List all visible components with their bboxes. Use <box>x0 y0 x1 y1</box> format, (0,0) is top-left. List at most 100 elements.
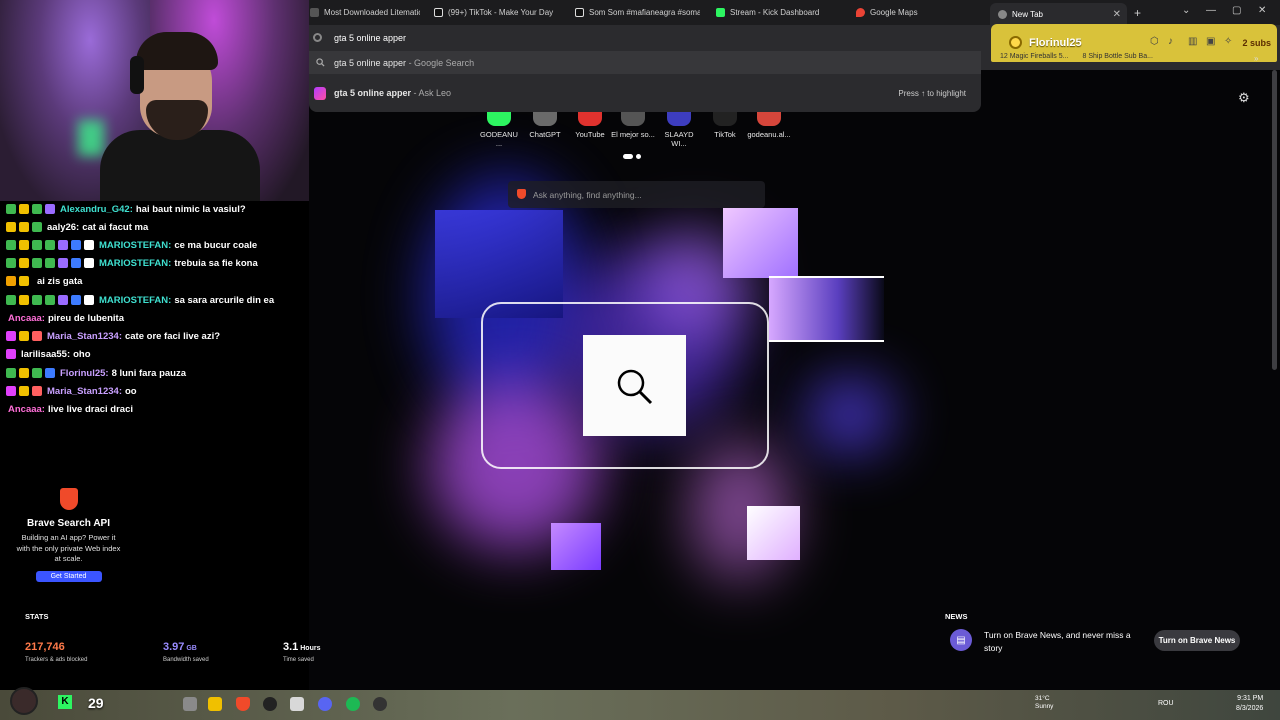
close-tab-icon[interactable]: ✕ <box>1113 9 1121 20</box>
tab-new-tab[interactable]: New Tab ✕ <box>990 3 1127 25</box>
suggestion-query: gta 5 online apper <box>334 88 412 98</box>
chat-badge-icon <box>19 368 29 378</box>
bookmark-item[interactable]: 12 Magic Fireballs 5... <box>1000 53 1068 60</box>
bookmark-item[interactable]: 8 Ship Bottle Sub Ba... <box>1082 53 1152 60</box>
chat-username[interactable]: MARIOSTEFAN: <box>99 240 171 251</box>
app-icon[interactable] <box>373 697 387 711</box>
bg-square <box>723 208 798 278</box>
app-icon[interactable] <box>290 697 304 711</box>
shortcut-tile[interactable]: SLAAYD WI... <box>656 112 702 148</box>
chat-username[interactable]: Ancaaa: <box>8 313 45 324</box>
shortcut-tile[interactable]: TikTok <box>702 112 748 139</box>
new-tab-button[interactable]: + <box>1134 6 1141 20</box>
chat-message: Maria_Stan1234: cate ore faci live azi? <box>6 328 220 344</box>
page-dot[interactable] <box>636 154 641 159</box>
chat-username[interactable]: Maria_Stan1234: <box>47 331 122 342</box>
headphones <box>130 56 144 94</box>
shortcut-tile[interactable]: godeanu.al... <box>746 112 792 139</box>
chat-text: ce ma bucur coale <box>174 239 258 251</box>
tab-label: Most Downloaded Litematica | M <box>324 8 420 17</box>
bookmarks-overflow-icon[interactable]: » <box>1254 54 1258 63</box>
chat-badge-icon <box>45 258 55 268</box>
chat-username[interactable]: MARIOSTEFAN: <box>99 295 171 306</box>
task-view-icon[interactable] <box>183 697 197 711</box>
clock[interactable]: 9:31 PM 8/3/2026 <box>1236 694 1263 714</box>
chat-badge-icon <box>71 258 81 268</box>
chat-badge-icon <box>19 222 29 232</box>
suggestion-google-search[interactable]: gta 5 online apper - Google Search <box>309 51 981 74</box>
language-indicator[interactable]: ROU <box>1158 700 1174 707</box>
file-explorer-icon[interactable] <box>208 697 222 711</box>
chat-message: Maria_Stan1234: oo <box>6 383 137 399</box>
close-window-icon[interactable]: ✕ <box>1258 5 1266 16</box>
address-input[interactable] <box>334 31 934 45</box>
tab-tiktok-somsom[interactable]: Som Som #mafianeagra #soman <box>575 4 700 21</box>
shortcut-tile[interactable]: GODEANU ... <box>476 112 522 148</box>
weather-widget[interactable]: 31°C Sunny <box>1035 695 1053 711</box>
scrollbar[interactable] <box>1272 70 1277 370</box>
shortcut-tile[interactable]: YouTube <box>567 112 613 139</box>
minimize-icon[interactable]: — <box>1206 5 1216 16</box>
ask-input[interactable] <box>533 187 753 202</box>
magnifier-icon <box>617 369 653 405</box>
chat-badge-icon <box>45 295 55 305</box>
tab-litematica[interactable]: Most Downloaded Litematica | M <box>310 4 420 21</box>
brave-logo-icon <box>59 488 78 510</box>
sidebar-icon[interactable]: ▥ <box>1188 36 1197 47</box>
wallet-icon[interactable]: ▣ <box>1206 36 1215 47</box>
shortcut-tile[interactable]: El mejor so... <box>610 112 656 139</box>
chat-badge-icon <box>19 276 29 286</box>
chat-badge-icon <box>32 222 42 232</box>
obs-icon[interactable] <box>263 697 277 711</box>
chat-message: Ancaaa: pireu de lubenita <box>6 310 124 326</box>
promo-description: Building an AI app? Power it with the on… <box>16 533 121 563</box>
discord-icon[interactable] <box>318 697 332 711</box>
address-bar[interactable] <box>309 25 981 50</box>
chat-badge-icon <box>58 295 68 305</box>
get-started-button[interactable]: Get Started <box>35 570 102 582</box>
tab-search-chevron-icon[interactable]: ⌄ <box>1182 5 1190 16</box>
maps-pin-icon <box>856 8 865 17</box>
spotify-icon[interactable] <box>346 697 360 711</box>
chat-message: ai zis gata <box>6 273 82 289</box>
chat-username[interactable]: Maria_Stan1234: <box>47 386 122 397</box>
promo-title: Brave Search API <box>26 518 110 529</box>
chat-message: Florinul25: 8 luni fara pauza <box>6 365 186 381</box>
page-dot-active[interactable] <box>623 154 633 159</box>
tab-kick-dashboard[interactable]: Stream - Kick Dashboard <box>716 4 836 21</box>
shortcut-label: TikTok <box>714 130 736 139</box>
coin-icon <box>1009 36 1022 49</box>
chat-username[interactable]: aaly26: <box>47 222 79 233</box>
chat-message: MARIOSTEFAN: trebuia sa fie kona <box>6 255 258 271</box>
shortcut-label: El mejor so... <box>611 130 655 139</box>
chat-username[interactable]: MARIOSTEFAN: <box>99 258 171 269</box>
chat-username[interactable]: Ancaaa: <box>8 404 45 415</box>
shortcut-icon <box>533 112 557 126</box>
tab-google-maps[interactable]: Google Maps <box>856 4 976 21</box>
chat-username[interactable]: Alexandru_G42: <box>60 204 133 215</box>
chat-badge-icon <box>19 295 29 305</box>
music-icon[interactable]: ♪ <box>1168 36 1173 47</box>
brave-taskbar-icon[interactable] <box>236 697 250 711</box>
chat-text: sa sara arcurile din ea <box>174 294 275 306</box>
chat-username[interactable]: larilisaa55: <box>21 349 70 360</box>
ask-bar[interactable] <box>508 181 765 208</box>
chat-username[interactable]: Florinul25: <box>60 368 109 379</box>
leo-icon[interactable]: ✧ <box>1224 36 1232 47</box>
shortcut-label: GODEANU ... <box>480 130 518 148</box>
tiktok-icon <box>434 8 443 17</box>
stat-label: Trackers & ads blocked <box>25 657 88 663</box>
kick-icon <box>716 8 725 17</box>
suggestion-ask-leo[interactable]: gta 5 online apper - Ask Leo Press ↑ to … <box>309 81 981 105</box>
turn-on-news-button[interactable]: Turn on Brave News <box>1154 630 1240 651</box>
gear-icon[interactable]: ⚙ <box>1238 90 1250 106</box>
tab-tiktok[interactable]: (99+) TikTok - Make Your Day <box>434 4 554 21</box>
webcam-light <box>78 120 104 156</box>
extension-icon[interactable]: ⬡ <box>1150 36 1159 47</box>
viewer-count: 29 <box>88 695 104 711</box>
shortcut-tile[interactable]: ChatGPT <box>522 112 568 139</box>
bg-glow <box>810 380 890 450</box>
stat-label: Bandwidth saved <box>163 657 209 663</box>
stat-value-row: 217,746 <box>25 637 87 655</box>
maximize-icon[interactable]: ▢ <box>1232 5 1241 16</box>
